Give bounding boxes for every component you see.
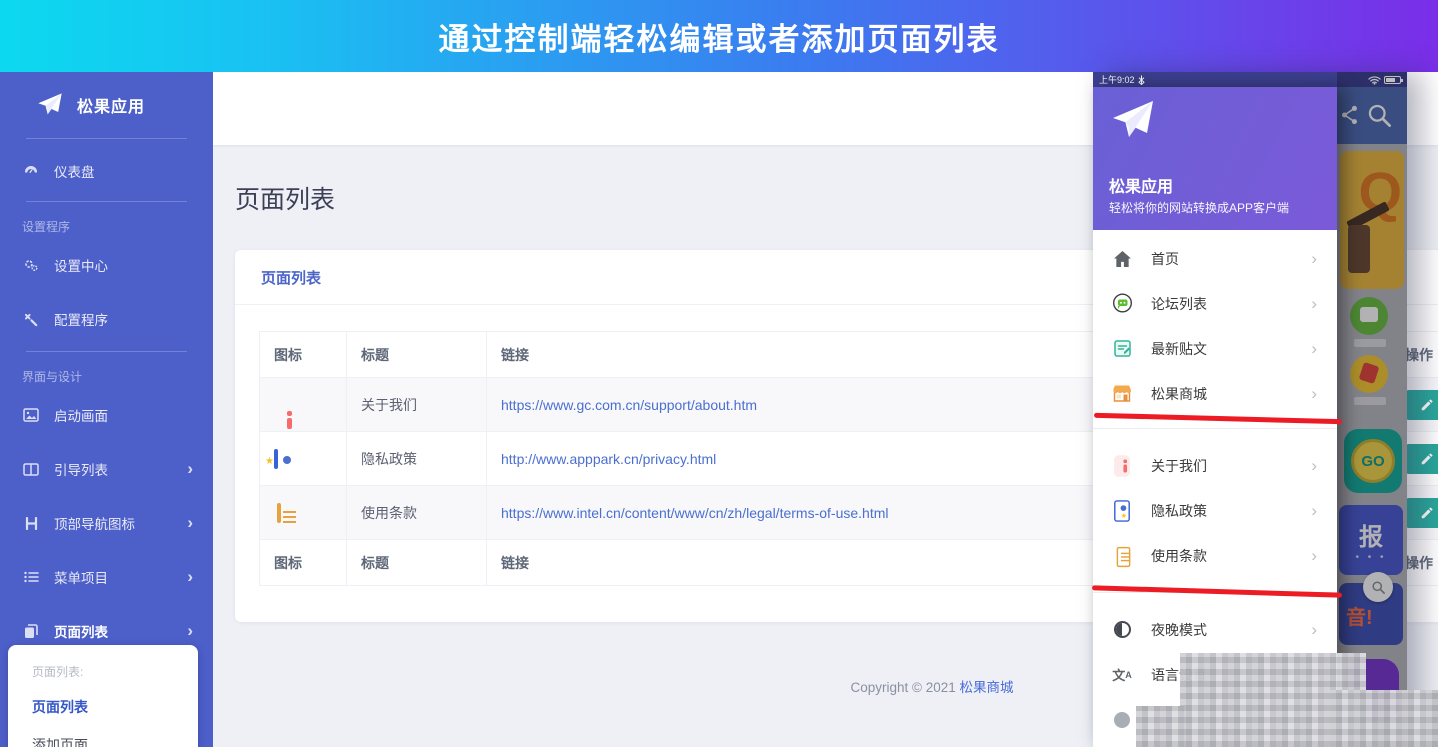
censored-watermark-mosaic [1330, 690, 1438, 747]
status-time: 上午9:02 [1099, 75, 1135, 85]
sidebar-item-label: 设置中心 [54, 259, 108, 274]
sidebar-item-splash[interactable]: 启动画面 [0, 393, 213, 437]
sidebar-item-config-app[interactable]: 配置程序 [0, 297, 213, 341]
home-icon [1111, 250, 1133, 268]
terms-icon [1111, 541, 1133, 571]
pages-icon [22, 623, 40, 639]
submenu-item-page-list[interactable]: 页面列表 [32, 697, 198, 717]
sidebar-item-label: 启动画面 [54, 409, 108, 424]
drawer-item-posts[interactable]: 最新贴文 [1093, 326, 1337, 371]
sidebar-item-dashboard[interactable]: 仪表盘 [0, 149, 213, 193]
chat-bubble-icon [1111, 293, 1133, 314]
columns-icon [22, 462, 40, 476]
column-footer-icon: 图标 [259, 539, 347, 586]
privacy-icon [1111, 496, 1133, 526]
privacy-icon [274, 448, 278, 469]
drawer-menu-group-pages: 关于我们 隐私政策 使用条款 [1093, 429, 1337, 592]
gears-icon [22, 257, 40, 273]
about-icon [1111, 451, 1133, 481]
paper-plane-logo-icon [1113, 101, 1153, 137]
drawer-item-label: 首页 [1151, 250, 1179, 267]
dim-overlay [1337, 87, 1407, 747]
sidebar-item-settings-center[interactable]: 设置中心 [0, 243, 213, 287]
copyright: Copyright © 2021 松果商城 [732, 676, 1132, 696]
page-title-cell: 关于我们 [346, 377, 487, 432]
night-mode-icon [1111, 621, 1133, 638]
page-title: 页面列表 [235, 186, 336, 214]
drawer-item-label: 使用条款 [1151, 547, 1207, 564]
sidebar-item-label: 配置程序 [54, 313, 108, 328]
brand[interactable]: 松果应用 [0, 72, 213, 138]
drawer-item-about[interactable]: 关于我们 [1093, 443, 1337, 488]
edit-button[interactable] [1405, 497, 1438, 528]
sidebar-item-guide-list[interactable]: 引导列表 [0, 447, 213, 491]
sidebar-section-design: 界面与设计 [22, 370, 83, 384]
column-footer-title: 标题 [346, 539, 487, 586]
page-link[interactable]: https://www.intel.cn/content/www/cn/zh/l… [501, 505, 888, 521]
divider [26, 138, 187, 139]
drawer-header: 松果应用 轻松将你的网站转换成APP客户端 [1093, 87, 1337, 230]
submenu-item-add-page[interactable]: 添加页面 [32, 735, 198, 747]
drawer-app-name: 松果应用 [1109, 179, 1174, 196]
storefront-icon [1111, 384, 1133, 403]
page-title-cell: 隐私政策 [346, 431, 487, 486]
drawer-item-forum[interactable]: 论坛列表 [1093, 281, 1337, 326]
page-title-cell: 使用条款 [346, 485, 487, 540]
edit-button[interactable] [1405, 443, 1438, 474]
phone-preview: 上午9:02 Q GO 报 • • • 音! 松果应用 轻松将你的网站转换成AP… [1093, 72, 1407, 747]
page-link[interactable]: https://www.gc.com.cn/support/about.htm [501, 397, 757, 413]
image-icon [22, 408, 40, 422]
info-circle-icon [1111, 711, 1133, 728]
translate-icon: 文A [1112, 668, 1132, 683]
promo-banner: 通过控制端轻松编辑或者添加页面列表 [0, 0, 1438, 72]
column-header-title: 标题 [346, 331, 487, 378]
page-link[interactable]: http://www.apppark.cn/privacy.html [501, 451, 716, 467]
promo-banner-title: 通过控制端轻松编辑或者添加页面列表 [438, 21, 1000, 57]
drawer-item-label: 松果商城 [1151, 385, 1207, 402]
app-background: Q GO 报 • • • 音! [1337, 87, 1407, 747]
gauge-icon [22, 163, 40, 179]
sidebar-item-menu-items[interactable]: 菜单项目 [0, 555, 213, 599]
drawer-item-home[interactable]: 首页 [1093, 236, 1337, 281]
edit-button[interactable] [1405, 389, 1438, 420]
drawer-tagline: 轻松将你的网站转换成APP客户端 [1109, 201, 1290, 215]
drawer-item-label: 夜晚模式 [1151, 621, 1207, 638]
drawer-item-night-mode[interactable]: 夜晚模式 [1093, 607, 1337, 652]
sidebar-section-settings: 设置程序 [22, 220, 71, 234]
wrench-icon [22, 312, 40, 327]
drawer-menu-group-main: 首页 论坛列表 最新贴文 [1093, 230, 1337, 428]
drawer-item-label: 论坛列表 [1151, 295, 1207, 312]
terms-icon [277, 502, 281, 523]
paper-plane-logo-icon [36, 91, 64, 119]
sidebar-item-top-nav-icons[interactable]: 顶部导航图标 [0, 501, 213, 545]
sidebar-item-label: 页面列表 [54, 625, 108, 640]
list-icon [22, 571, 40, 583]
drawer-item-label: 关于我们 [1151, 457, 1207, 474]
page-list-submenu: 页面列表: 页面列表 添加页面 [8, 645, 198, 747]
sidebar-item-label: 顶部导航图标 [54, 517, 135, 532]
drawer-item-mall[interactable]: 松果商城 [1093, 371, 1337, 416]
copyright-link[interactable]: 松果商城 [960, 680, 1014, 695]
drawer-item-label: 隐私政策 [1151, 502, 1207, 519]
heading-icon [22, 516, 40, 530]
sidebar-item-label: 引导列表 [54, 463, 108, 478]
sidebar-item-label: 仪表盘 [54, 165, 95, 180]
submenu-title: 页面列表: [32, 665, 84, 679]
column-header-icon: 图标 [259, 331, 347, 378]
drawer-item-label: 最新贴文 [1151, 340, 1207, 357]
bluetooth-icon [1137, 75, 1145, 85]
screen: 通过控制端轻松编辑或者添加页面列表 松果应用 仪表盘 设置程序 设置中心 配置程… [0, 0, 1438, 747]
copyright-text: Copyright © 2021 [850, 680, 956, 695]
status-bar-dim [1337, 72, 1407, 87]
document-edit-icon [1111, 339, 1133, 358]
brand-name: 松果应用 [77, 99, 146, 116]
sidebar: 松果应用 仪表盘 设置程序 设置中心 配置程序 界面与设计 启动画面 引导列表 … [0, 72, 213, 747]
drawer-item-terms[interactable]: 使用条款 [1093, 533, 1337, 578]
sidebar-item-label: 菜单项目 [54, 571, 108, 586]
drawer-item-privacy[interactable]: 隐私政策 [1093, 488, 1337, 533]
censored-watermark-mosaic [1136, 706, 1186, 747]
